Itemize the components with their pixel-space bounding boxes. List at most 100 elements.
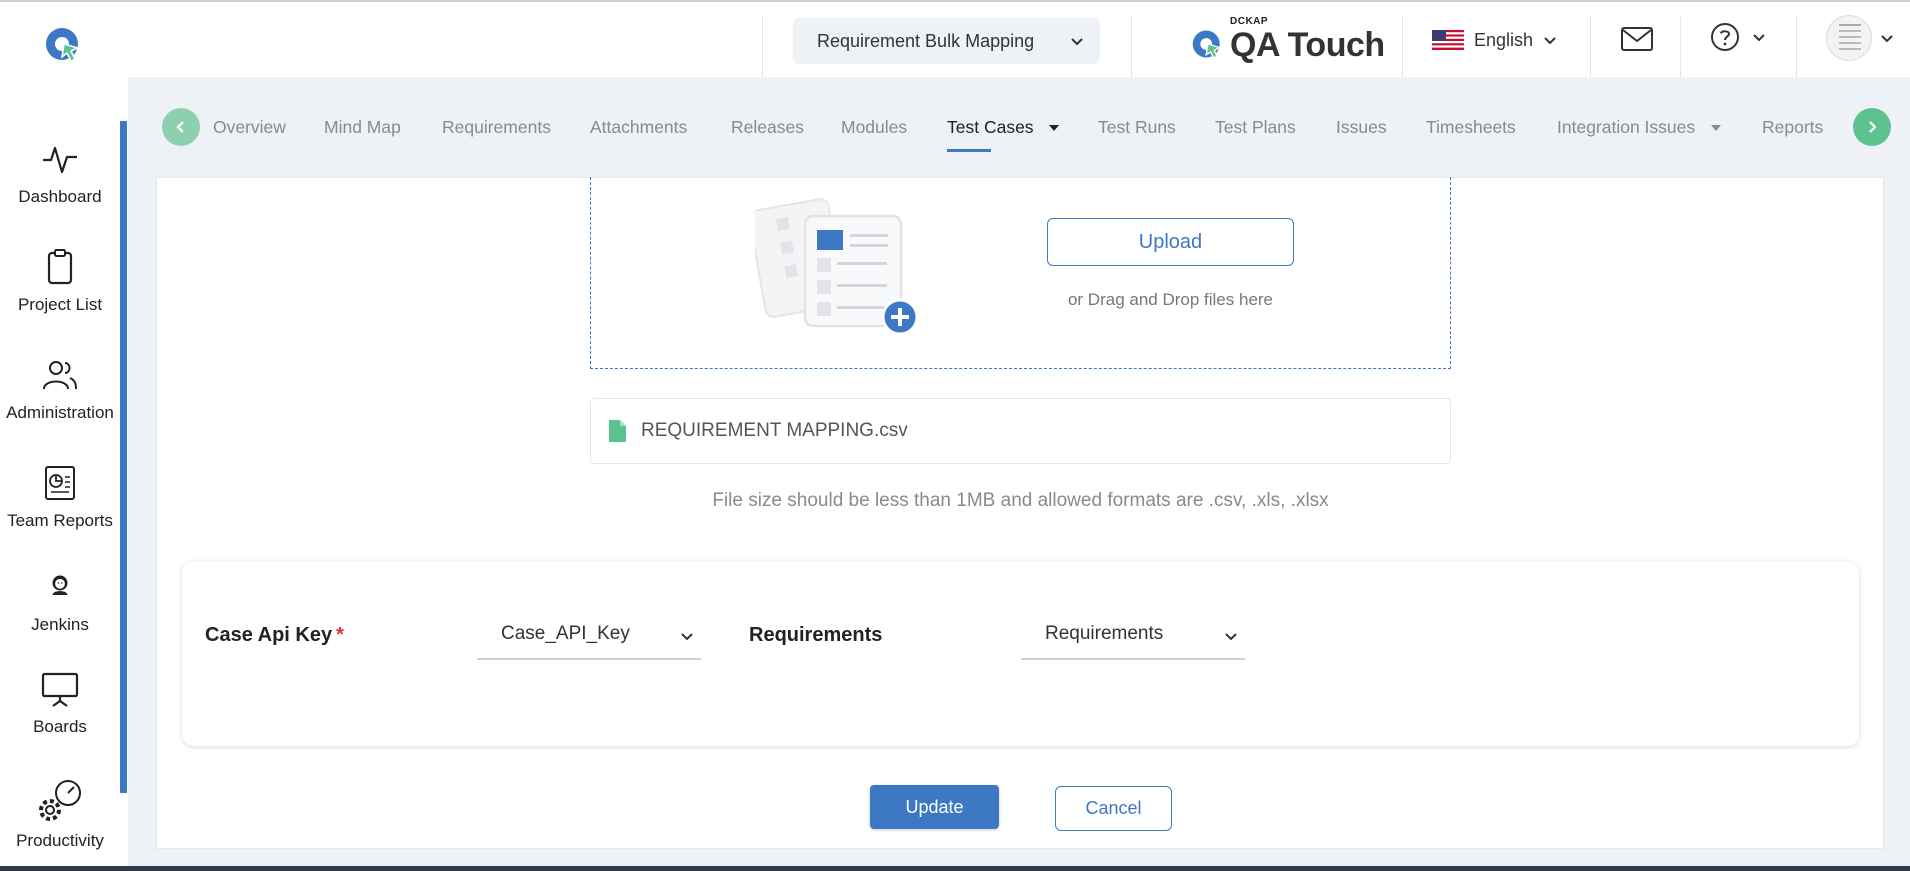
user-menu[interactable] <box>1826 15 1894 61</box>
tab-attachments[interactable]: Attachments <box>590 117 687 138</box>
tab-requirements[interactable]: Requirements <box>442 117 551 138</box>
cancel-button-label: Cancel <box>1085 798 1142 818</box>
sidebar-item-team-reports[interactable]: Team Reports <box>0 463 120 531</box>
avatar <box>1826 15 1872 61</box>
requirements-select[interactable]: Requirements <box>1021 610 1245 660</box>
language-selector[interactable]: English <box>1432 25 1557 55</box>
sidebar-item-label: Boards <box>33 717 87 736</box>
sidebar-item-label: Administration <box>6 403 114 422</box>
us-flag-icon <box>1432 30 1464 50</box>
sidebar: Dashboard Project List Administration Te… <box>0 77 128 871</box>
cancel-button[interactable]: Cancel <box>1055 786 1172 831</box>
jenkins-icon <box>52 575 68 595</box>
tab-label: Reports <box>1762 117 1824 137</box>
field-mapping-panel: Case Api Key * Case_API_Key Requirements … <box>182 561 1859 746</box>
caret-down-icon <box>1711 125 1722 132</box>
users-icon <box>43 361 77 390</box>
tabs-scroll-left-button[interactable] <box>162 108 200 146</box>
header-divider <box>762 16 763 79</box>
document-upload-illustration <box>755 198 919 336</box>
tab-label: Integration Issues <box>1557 117 1696 137</box>
tab-label: Modules <box>841 117 908 137</box>
page-selector-label: Requirement Bulk Mapping <box>817 30 1035 51</box>
tab-label: Mind Map <box>324 117 401 137</box>
brand-logo: DCKAP QA Touch <box>1190 16 1385 70</box>
file-format-hint: File size should be less than 1MB and al… <box>712 490 1329 511</box>
window-bottom-edge <box>0 866 1910 871</box>
header-divider <box>1680 16 1681 79</box>
tab-label: Overview <box>213 117 286 137</box>
sidebar-item-project-list[interactable]: Project List <box>0 247 120 315</box>
sidebar-item-label: Dashboard <box>18 187 102 206</box>
drag-drop-hint: or Drag and Drop files here <box>1067 290 1274 309</box>
tab-reports[interactable]: Reports <box>1762 117 1823 138</box>
active-tab-indicator <box>947 149 991 152</box>
chevron-down-icon <box>1071 38 1083 46</box>
sidebar-item-label: Productivity <box>16 831 104 850</box>
requirements-label: Requirements <box>749 624 883 646</box>
chevron-left-icon <box>176 121 184 133</box>
clipboard-icon <box>47 249 73 285</box>
tab-modules[interactable]: Modules <box>841 117 907 138</box>
mail-icon[interactable] <box>1620 24 1654 54</box>
sidebar-item-label: Project List <box>17 295 103 314</box>
tab-label: Test Cases <box>947 117 1034 137</box>
brand-mark-icon <box>1192 30 1222 59</box>
update-button[interactable]: Update <box>870 785 999 829</box>
chevron-down-icon <box>1225 633 1237 641</box>
chevron-down-icon <box>1753 34 1765 42</box>
requirements-select-value: Requirements <box>1045 623 1164 644</box>
uploaded-file-name: REQUIREMENT MAPPING.csv <box>641 420 908 441</box>
upload-button[interactable]: Upload <box>1047 218 1294 266</box>
tab-overview[interactable]: Overview <box>213 117 286 138</box>
update-button-label: Update <box>905 796 964 817</box>
qatouch-logo-icon[interactable] <box>44 26 84 66</box>
csv-file-icon <box>609 420 626 442</box>
project-tabbar: Overview Mind Map Requirements Attachmen… <box>128 77 1910 177</box>
tab-timesheets[interactable]: Timesheets <box>1426 117 1516 138</box>
sidebar-item-boards[interactable]: Boards <box>0 669 120 737</box>
tab-releases[interactable]: Releases <box>731 117 804 138</box>
top-header: Requirement Bulk Mapping DCKAP QA Touch … <box>0 0 1910 79</box>
file-dropzone[interactable] <box>590 177 1451 369</box>
help-menu[interactable] <box>1710 20 1766 54</box>
header-divider <box>1131 16 1132 79</box>
sidebar-item-label: Team Reports <box>7 511 113 530</box>
chevron-down-icon <box>1881 35 1893 43</box>
tab-integration-issues[interactable]: Integration Issues <box>1557 117 1722 138</box>
header-divider <box>1402 16 1403 79</box>
help-icon <box>1711 23 1739 51</box>
tab-label: Requirements <box>442 117 551 137</box>
caret-down-icon <box>1049 125 1060 132</box>
case-api-key-select[interactable]: Case_API_Key <box>477 610 701 660</box>
page-selector-dropdown[interactable]: Requirement Bulk Mapping <box>793 18 1100 64</box>
tab-label: Timesheets <box>1426 117 1516 137</box>
tab-test-cases[interactable]: Test Cases <box>947 117 1060 152</box>
brand-name-text: QA Touch <box>1230 26 1385 64</box>
tab-test-runs[interactable]: Test Runs <box>1098 117 1176 138</box>
sidebar-item-jenkins[interactable]: Jenkins <box>0 571 120 635</box>
required-asterisk: * <box>336 624 344 646</box>
tab-label: Test Runs <box>1098 117 1176 137</box>
tab-mind-map[interactable]: Mind Map <box>324 117 401 138</box>
language-label: English <box>1474 29 1534 50</box>
sidebar-scrollbar[interactable] <box>120 121 127 793</box>
sidebar-item-productivity[interactable]: Productivity <box>0 777 120 851</box>
chevron-down-icon <box>1544 37 1556 45</box>
tabs-scroll-right-button[interactable] <box>1853 108 1891 146</box>
header-divider <box>1796 16 1797 79</box>
case-api-key-select-value: Case_API_Key <box>501 623 630 644</box>
tab-test-plans[interactable]: Test Plans <box>1215 117 1296 138</box>
sidebar-item-label: Jenkins <box>31 615 89 634</box>
report-icon <box>45 466 75 500</box>
upload-button-label: Upload <box>1138 230 1203 253</box>
uploaded-file-row: REQUIREMENT MAPPING.csv <box>590 398 1451 464</box>
case-api-key-label-text: Case Api Key <box>205 624 333 646</box>
tab-label: Issues <box>1336 117 1387 137</box>
tab-issues[interactable]: Issues <box>1336 117 1387 138</box>
case-api-key-label: Case Api Key * <box>205 624 344 647</box>
sidebar-item-dashboard[interactable]: Dashboard <box>0 139 120 207</box>
gear-gauge-icon <box>39 780 81 821</box>
sidebar-item-administration[interactable]: Administration <box>0 355 120 423</box>
presentation-board-icon <box>41 672 79 707</box>
